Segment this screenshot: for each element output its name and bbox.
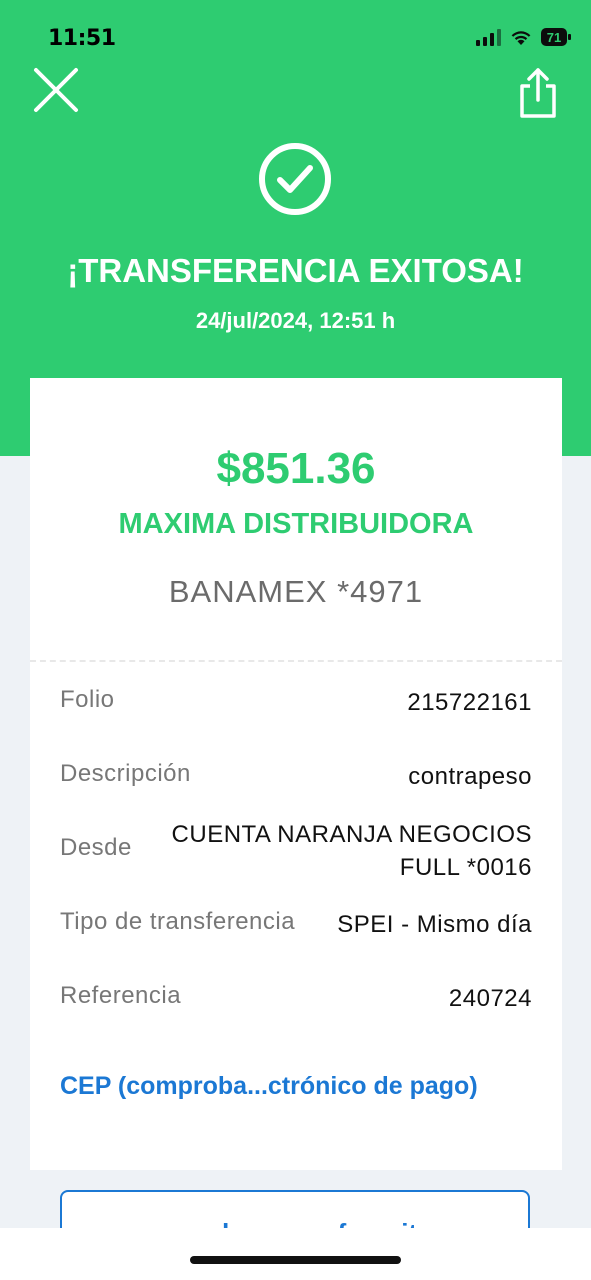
detail-label: Desde [60, 834, 132, 861]
status-icons: 71 [476, 26, 571, 48]
cellular-signal-icon [476, 28, 501, 46]
battery-level: 71 [546, 29, 562, 45]
home-indicator[interactable] [190, 1256, 401, 1264]
detail-value: 215722161 [407, 689, 532, 716]
beneficiary-name: MAXIMA DISTRIBUIDORA [118, 508, 474, 540]
detail-value-line: FULL *0016 [399, 854, 532, 881]
cep-link[interactable]: CEP (comproba...ctrónico de pago) [60, 1072, 478, 1101]
battery-icon: 71 [541, 28, 571, 46]
detail-value: SPEI - Mismo día [337, 911, 532, 938]
detail-label: Tipo de transferencia [60, 908, 296, 935]
transfer-datetime: 24/jul/2024, 12:51 h [195, 308, 396, 333]
transfer-amount: $851.36 [216, 444, 376, 493]
status-bar: 11:51 71 [0, 0, 591, 56]
bottom-safe-area [0, 1228, 591, 1280]
close-button[interactable] [30, 64, 82, 116]
receipt-torn-edge [30, 1140, 562, 1160]
wifi-icon [511, 31, 531, 45]
success-title: ¡TRANSFERENCIA EXITOSA! [67, 252, 524, 289]
receipt-divider [30, 660, 562, 662]
detail-label: Folio [60, 686, 115, 713]
detail-value: CUENTA NARANJA NEGOCIOS FULL *0016 [172, 818, 532, 884]
receipt-card: $851.36 MAXIMA DISTRIBUIDORA BANAMEX *49… [30, 378, 562, 1170]
destination-account: BANAMEX *4971 [168, 574, 424, 609]
detail-value: 240724 [448, 985, 532, 1012]
detail-value: contrapeso [408, 763, 532, 790]
check-circle-icon [256, 140, 334, 218]
share-button[interactable] [512, 64, 564, 120]
share-icon [520, 68, 556, 118]
detail-value-line: CUENTA NARANJA NEGOCIOS [171, 821, 532, 848]
status-time: 11:51 [48, 26, 116, 51]
close-x-icon [34, 68, 78, 112]
detail-label: Referencia [60, 982, 182, 1009]
detail-label: Descripción [60, 760, 191, 787]
